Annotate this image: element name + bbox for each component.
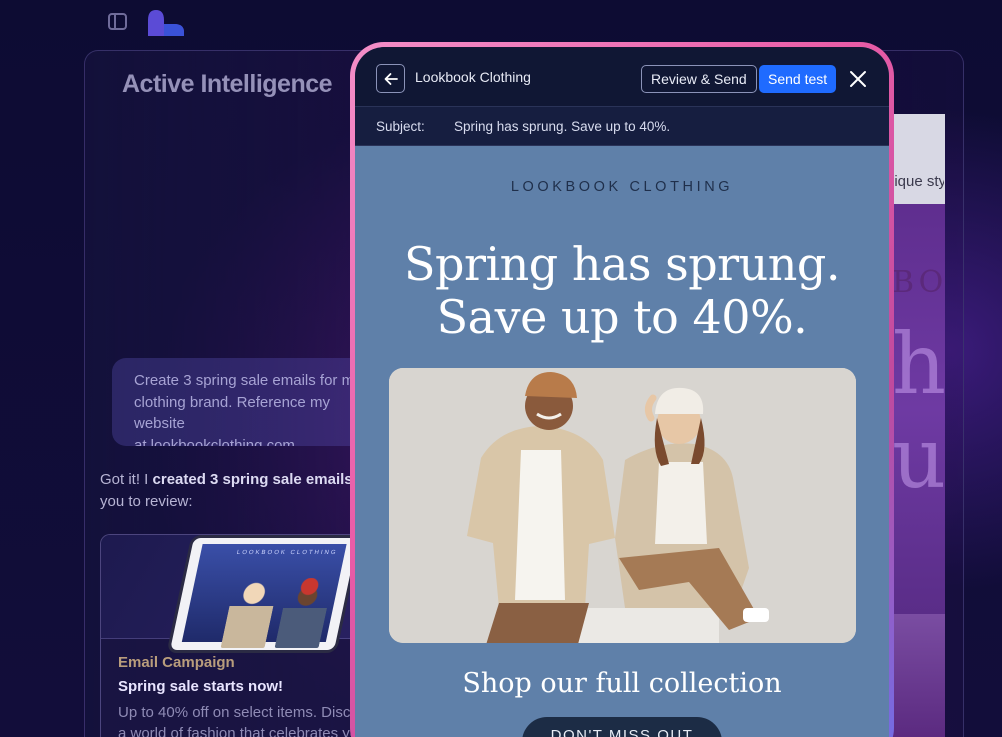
- review-send-button[interactable]: Review & Send: [641, 65, 757, 93]
- app-window: Active Intelligence Create 3 spring sale…: [0, 0, 1002, 737]
- app-logo: [148, 10, 184, 36]
- card-title: Spring sale starts now!: [118, 678, 284, 695]
- arrow-left-icon: [384, 72, 398, 85]
- subject-value: Spring has sprung. Save up to 40%.: [454, 119, 671, 134]
- hero-models-illustration: [389, 368, 856, 643]
- collection-heading: Shop our full collection: [462, 668, 782, 699]
- preview-toolbar: Lookbook Clothing Review & Send Send tes…: [355, 47, 889, 107]
- send-test-button[interactable]: Send test: [759, 65, 837, 93]
- thumbnail-brand: LOOKBOOK CLOTHING: [236, 550, 339, 556]
- close-icon[interactable]: [848, 69, 868, 89]
- hero-image: [389, 368, 856, 643]
- subject-bar: Subject: Spring has sprung. Save up to 4…: [355, 107, 889, 146]
- back-button[interactable]: [376, 64, 405, 93]
- next-email-preview-text: nique sty: [886, 173, 944, 190]
- subject-label: Subject:: [376, 119, 425, 134]
- card-description: Up to 40% off on select items. Discover …: [118, 704, 380, 737]
- next-email-preview-header: [885, 114, 945, 204]
- email-brand: LOOKBOOK CLOTHING: [510, 179, 734, 195]
- email-preview-modal: Lookbook Clothing Review & Send Send tes…: [350, 42, 894, 737]
- sender-name: Lookbook Clothing: [415, 69, 531, 85]
- email-campaign-card[interactable]: LOOKBOOK CLOTHING Email Campaign Spring …: [100, 534, 390, 737]
- thumbnail-phone: LOOKBOOK CLOTHING: [166, 535, 362, 653]
- next-email-preview-photo: [885, 614, 945, 737]
- reply-bold: created 3 spring sale emails: [152, 471, 353, 488]
- reply-prefix: Got it! I: [100, 471, 153, 488]
- thumbnail-model-b: [274, 578, 334, 648]
- email-thumbnail: LOOKBOOK CLOTHING: [101, 535, 389, 653]
- dont-miss-out-button[interactable]: DON'T MISS OUT: [522, 717, 722, 737]
- email-headline: Spring has sprung. Save up to 40%.: [404, 237, 841, 344]
- sidebar-toggle-icon[interactable]: [108, 13, 127, 30]
- card-type-label: Email Campaign: [118, 654, 235, 671]
- next-email-preview-glyphs: BO h u: [892, 268, 945, 500]
- page-title: Active Intelligence: [122, 70, 333, 98]
- thumbnail-model-a: [220, 578, 280, 648]
- email-body: LOOKBOOK CLOTHING Spring has sprung. Sav…: [355, 146, 889, 737]
